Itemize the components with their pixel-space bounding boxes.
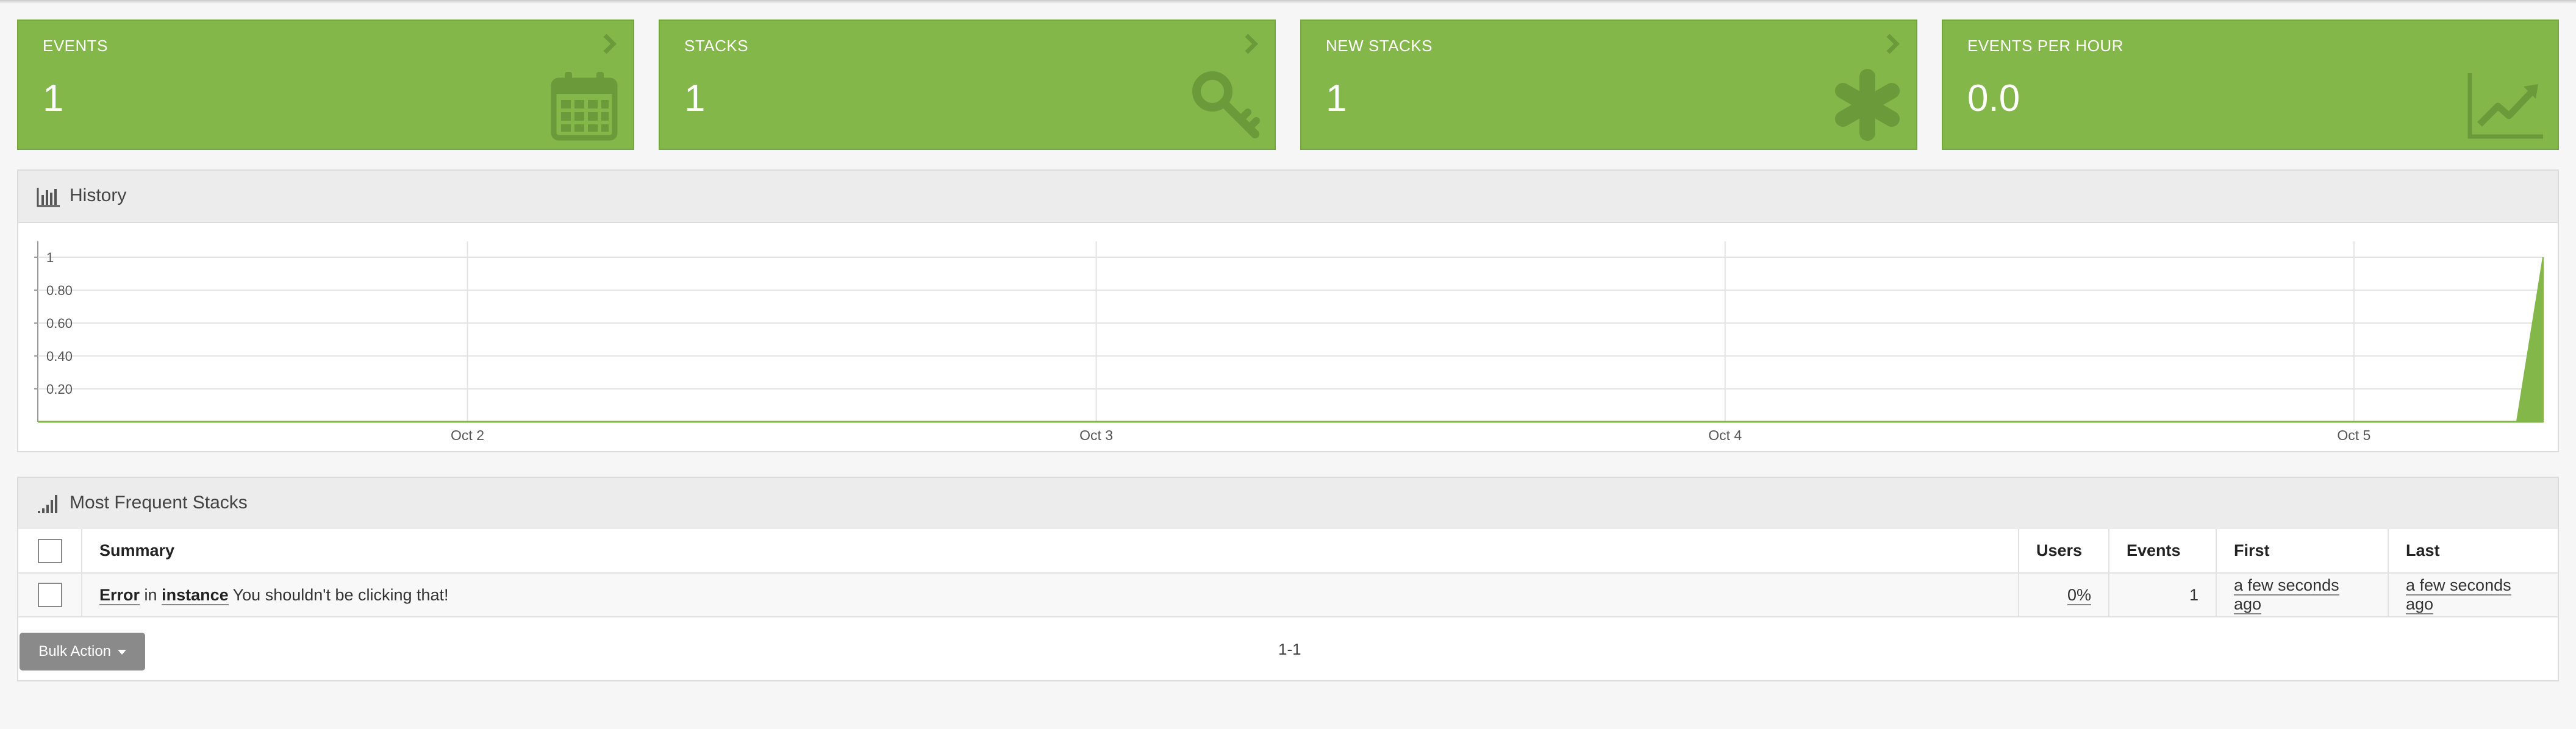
new-stacks-value: 1: [1326, 77, 1347, 119]
events-cell: 1: [2108, 572, 2217, 617]
history-header: History: [18, 171, 2558, 223]
select-all-cell: [18, 529, 82, 574]
pagination-text: 1-1: [1278, 640, 1301, 658]
chevron-right-icon[interactable]: [598, 32, 622, 56]
last-cell: a few seconds ago: [2388, 572, 2558, 617]
stacks-value: 1: [684, 77, 706, 119]
y-tick-label: 1: [46, 250, 54, 265]
col-first[interactable]: First: [2216, 529, 2389, 574]
new-stacks-label: NEW STACKS: [1326, 37, 1433, 55]
events-tile[interactable]: EVENTS 1: [17, 20, 634, 150]
bar-chart-icon: [37, 188, 60, 207]
events-per-hour-label: EVENTS PER HOUR: [1967, 37, 2123, 55]
first-cell: a few seconds ago: [2216, 572, 2389, 617]
events-per-hour-value: 0.0: [1967, 77, 2020, 119]
bulk-action-button[interactable]: Bulk Action: [20, 633, 145, 670]
col-users[interactable]: Users: [2018, 529, 2109, 574]
stacks-label: STACKS: [684, 37, 749, 55]
chevron-right-icon[interactable]: [1881, 32, 1905, 56]
users-value[interactable]: 0%: [2067, 585, 2091, 605]
key-icon: [1192, 71, 1260, 138]
history-panel: History 1 0.80 0.60 0.40 0.20 Oct 2 Oct 3 Oct 4…: [17, 169, 2559, 452]
summary-cell: Error in instance You shouldn't be click…: [81, 572, 2019, 617]
select-all-checkbox[interactable]: [37, 538, 62, 563]
y-tick-label: 0.60: [46, 316, 73, 331]
row-checkbox[interactable]: [37, 583, 62, 607]
events-label: EVENTS: [43, 37, 109, 55]
table-header-row: Summary Users Events First Last: [18, 529, 2558, 574]
x-tick-label: Oct 4: [1708, 427, 1742, 443]
x-tick-label: Oct 5: [2337, 427, 2370, 443]
y-tick-label: 0.20: [46, 382, 73, 397]
error-type-link[interactable]: Error: [99, 585, 140, 605]
y-tick-label: 0.40: [46, 349, 73, 364]
history-area-series: [38, 257, 2544, 422]
calendar-icon: [551, 72, 618, 141]
signal-bars-icon: [38, 495, 57, 513]
users-cell: 0%: [2018, 572, 2109, 617]
asterisk-icon: [1835, 69, 1900, 141]
events-value: 1: [43, 77, 64, 119]
x-tick-label: Oct 3: [1079, 427, 1113, 443]
x-tick-label: Oct 2: [451, 427, 484, 443]
stacks-table: Summary Users Events First Last Error in…: [18, 529, 2558, 617]
history-title: History: [70, 185, 127, 205]
history-chart-svg: 1 0.80 0.60 0.40 0.20 Oct 2 Oct 3 Oct 4 Oct 5: [34, 241, 2544, 443]
events-per-hour-tile[interactable]: EVENTS PER HOUR 0.0: [1942, 20, 2559, 150]
row-select-cell: [18, 572, 82, 617]
new-stacks-tile[interactable]: NEW STACKS 1: [1300, 20, 1917, 150]
source-link[interactable]: instance: [162, 585, 229, 605]
stacks-tile[interactable]: STACKS 1: [659, 20, 1276, 150]
in-text: in: [144, 585, 157, 604]
caret-down-icon: [117, 649, 126, 655]
top-shadow: [0, 0, 2576, 4]
table-row[interactable]: Error in instance You shouldn't be click…: [18, 572, 2558, 617]
col-last[interactable]: Last: [2388, 529, 2558, 574]
chevron-right-icon[interactable]: [1239, 32, 1264, 56]
trend-chart-icon: [2467, 73, 2543, 139]
error-message: You shouldn't be clicking that!: [232, 585, 449, 604]
most-frequent-header: Most Frequent Stacks: [18, 478, 2558, 530]
bulk-action-label: Bulk Action: [38, 643, 112, 660]
col-summary[interactable]: Summary: [81, 529, 2019, 574]
col-events[interactable]: Events: [2108, 529, 2217, 574]
last-value[interactable]: a few seconds ago: [2406, 576, 2511, 614]
first-value[interactable]: a few seconds ago: [2234, 576, 2339, 614]
y-tick-label: 0.80: [46, 283, 73, 298]
history-chart: 1 0.80 0.60 0.40 0.20 Oct 2 Oct 3 Oct 4 Oct 5: [18, 222, 2558, 456]
most-frequent-title: Most Frequent Stacks: [70, 493, 248, 513]
